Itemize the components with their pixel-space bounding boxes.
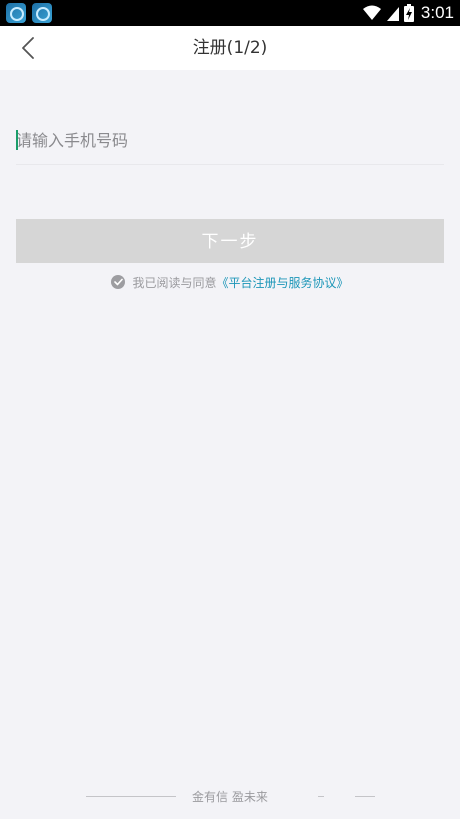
phone-number-input[interactable] [16,116,444,164]
app-notification-icon [32,3,52,23]
checkmark-icon [114,278,123,286]
phone-input-row [16,116,444,165]
divider [355,796,375,797]
agreement-prefix: 我已阅读与同意 [132,275,217,290]
divider [318,796,324,797]
app-notification-icon [6,3,26,23]
text-caret [16,130,18,150]
system-indicators: 3:01 [362,0,454,26]
battery-charging-icon [403,4,414,22]
service-agreement-link[interactable]: 《平台注册与服务协议》 [217,274,349,291]
footer-slogan: 金有信 盈未来 [0,788,460,806]
status-bar: 3:01 [0,0,460,26]
wifi-icon [362,5,381,20]
divider [86,796,176,797]
status-time: 3:01 [420,3,454,22]
slogan-text: 金有信 盈未来 [192,790,268,804]
signal-icon [386,7,399,21]
notification-icons [6,3,52,23]
next-step-button[interactable]: 下一步 [16,219,444,263]
agreement-checkbox[interactable] [111,275,126,289]
page-title: 注册(1/2) [192,38,268,58]
top-navigation-bar: 注册(1/2) [0,26,460,70]
agreement-row: 我已阅读与同意 《平台注册与服务协议》 [0,272,460,292]
